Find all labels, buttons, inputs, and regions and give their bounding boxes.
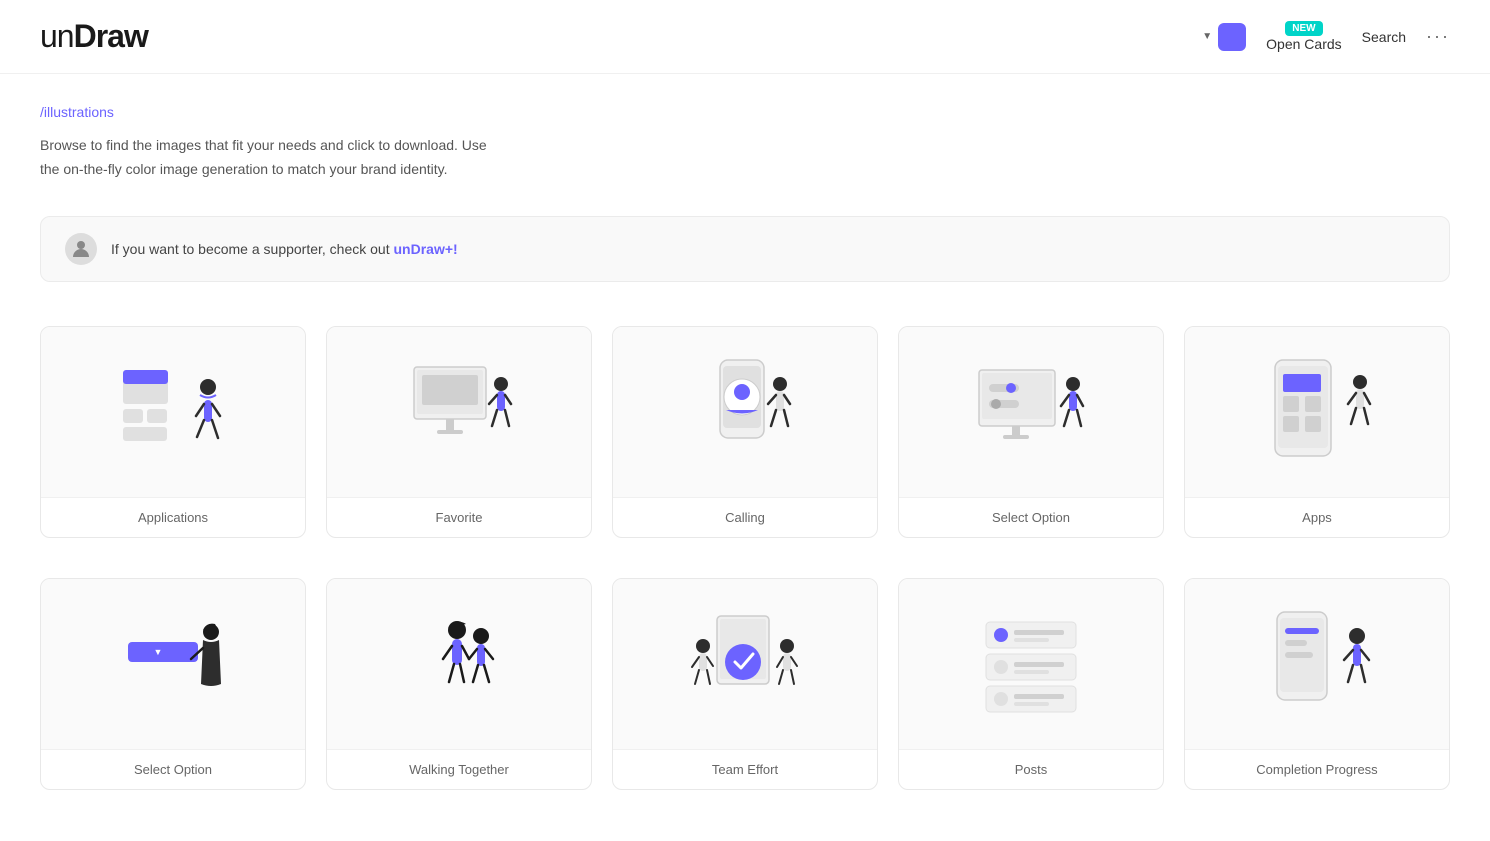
- card-label-walking-together: Walking Together: [327, 749, 591, 789]
- card-label-favorite: Favorite: [327, 497, 591, 537]
- header: unDraw ▼ NEW Open Cards Search ···: [0, 0, 1490, 74]
- search-link[interactable]: Search: [1362, 29, 1406, 45]
- card-label-select-option2: Select Option: [41, 749, 305, 789]
- card-image-posts: [899, 579, 1163, 749]
- logo-bold: Draw: [74, 18, 148, 54]
- color-picker-wrapper: ▼: [1202, 23, 1246, 51]
- card-label-posts: Posts: [899, 749, 1163, 789]
- open-cards-button[interactable]: Open Cards: [1266, 36, 1341, 52]
- supporter-banner: If you want to become a supporter, check…: [40, 216, 1450, 282]
- card-posts[interactable]: Posts: [898, 578, 1164, 790]
- svg-text:▼: ▼: [154, 647, 163, 657]
- card-favorite[interactable]: Favorite: [326, 326, 592, 538]
- banner-text: If you want to become a supporter, check…: [111, 241, 458, 257]
- card-label-calling: Calling: [613, 497, 877, 537]
- card-label-apps: Apps: [1185, 497, 1449, 537]
- card-label-completion-progress: Completion Progress: [1185, 749, 1449, 789]
- hero-section: /illustrations Browse to find the images…: [0, 74, 1490, 192]
- card-image-calling: [613, 327, 877, 497]
- banner-icon: [65, 233, 97, 265]
- color-swatch[interactable]: [1218, 23, 1246, 51]
- card-image-select-option: [899, 327, 1163, 497]
- card-image-apps: [1185, 327, 1449, 497]
- card-image-select-option2: ▼: [41, 579, 305, 749]
- header-right: ▼ NEW Open Cards Search ···: [1202, 21, 1450, 52]
- new-badge-wrapper: NEW Open Cards: [1266, 21, 1341, 52]
- logo[interactable]: unDraw: [40, 18, 148, 55]
- card-image-completion-progress: [1185, 579, 1449, 749]
- card-calling[interactable]: Calling: [612, 326, 878, 538]
- new-badge: NEW: [1285, 21, 1322, 36]
- hero-description: Browse to find the images that fit your …: [40, 134, 560, 182]
- more-button[interactable]: ···: [1426, 26, 1450, 47]
- card-image-team-effort: [613, 579, 877, 749]
- card-team-effort[interactable]: Team Effort: [612, 578, 878, 790]
- illustrations-grid-row1: Applications Favorite: [0, 306, 1490, 558]
- card-applications[interactable]: Applications: [40, 326, 306, 538]
- card-image-applications: [41, 327, 305, 497]
- undraw-plus-link[interactable]: unDraw+!: [394, 241, 458, 257]
- card-walking-together[interactable]: Walking Together: [326, 578, 592, 790]
- card-apps[interactable]: Apps: [1184, 326, 1450, 538]
- card-select-option[interactable]: Select Option: [898, 326, 1164, 538]
- illustrations-grid-row2: ▼ Select Option: [0, 558, 1490, 810]
- card-select-option2[interactable]: ▼ Select Option: [40, 578, 306, 790]
- card-label-applications: Applications: [41, 497, 305, 537]
- card-label-select-option: Select Option: [899, 497, 1163, 537]
- card-completion-progress[interactable]: Completion Progress: [1184, 578, 1450, 790]
- card-image-walking-together: [327, 579, 591, 749]
- logo-prefix: un: [40, 18, 74, 54]
- card-label-team-effort: Team Effort: [613, 749, 877, 789]
- chevron-down-icon[interactable]: ▼: [1202, 31, 1212, 42]
- card-image-favorite: [327, 327, 591, 497]
- breadcrumb[interactable]: /illustrations: [40, 104, 1450, 120]
